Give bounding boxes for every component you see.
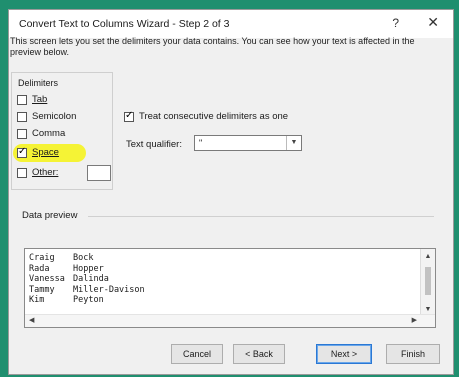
space-checkbox[interactable] bbox=[17, 146, 27, 158]
preview-cell: Rada bbox=[29, 263, 50, 274]
comma-checkbox[interactable] bbox=[17, 128, 27, 139]
scroll-left-icon[interactable]: ◀ bbox=[29, 316, 34, 324]
close-button[interactable]: ✕ bbox=[427, 14, 439, 31]
table-row: Tammy Miller-Davison bbox=[29, 285, 145, 296]
other-checkbox[interactable] bbox=[17, 167, 27, 178]
table-row: Rada Hopper bbox=[29, 264, 145, 275]
dialog-title: Convert Text to Columns Wizard - Step 2 … bbox=[19, 18, 230, 30]
preview-cell: Peyton bbox=[73, 295, 104, 305]
text-qualifier-label: Text qualifier: bbox=[126, 139, 182, 150]
horizontal-scrollbar[interactable]: ◀ ▶ bbox=[25, 314, 435, 327]
data-preview-label: Data preview bbox=[22, 210, 78, 221]
scroll-down-icon[interactable]: ▼ bbox=[421, 306, 435, 313]
finish-button[interactable]: Finish bbox=[386, 344, 440, 364]
consecutive-label: Treat consecutive delimiters as one bbox=[139, 111, 289, 122]
cancel-button[interactable]: Cancel bbox=[171, 344, 223, 364]
other-delimiter-input[interactable] bbox=[87, 165, 111, 181]
delimiters-group-label: Delimiters bbox=[16, 78, 61, 88]
data-preview-pane: Craig Bock Rada Hopper Vanessa Dalinda T… bbox=[24, 248, 436, 328]
consecutive-checkbox[interactable] bbox=[124, 110, 134, 122]
tab-checkbox[interactable] bbox=[17, 94, 27, 105]
preview-cell: Kim bbox=[29, 295, 45, 305]
consecutive-option[interactable]: Treat consecutive delimiters as one bbox=[124, 110, 289, 122]
title-bar: Convert Text to Columns Wizard - Step 2 … bbox=[9, 10, 453, 38]
help-button[interactable]: ? bbox=[392, 16, 399, 30]
scroll-up-icon[interactable]: ▲ bbox=[421, 253, 435, 260]
preview-cell: Hopper bbox=[73, 263, 104, 274]
table-row: Craig Bock bbox=[29, 253, 145, 264]
other-option[interactable]: Other: bbox=[17, 167, 58, 178]
scroll-right-icon[interactable]: ▶ bbox=[412, 316, 417, 324]
space-label: Space bbox=[32, 147, 59, 158]
text-qualifier-select[interactable]: " ▼ bbox=[194, 135, 302, 151]
preview-cell: Dalinda bbox=[73, 274, 109, 284]
chevron-down-icon[interactable]: ▼ bbox=[286, 136, 301, 150]
semicolon-label: Semicolon bbox=[32, 111, 77, 122]
preview-cell: Vanessa bbox=[29, 274, 65, 284]
preview-cell: Craig bbox=[29, 253, 55, 263]
table-row: Vanessa Dalinda bbox=[29, 274, 145, 285]
preview-cell: Miller-Davison bbox=[73, 284, 145, 295]
semicolon-option[interactable]: Semicolon bbox=[17, 111, 76, 122]
comma-option[interactable]: Comma bbox=[17, 128, 65, 139]
other-label: Other: bbox=[32, 167, 59, 178]
text-qualifier-value: " bbox=[199, 138, 203, 148]
table-row: Kim Peyton bbox=[29, 295, 145, 306]
comma-label: Comma bbox=[32, 128, 66, 139]
preview-cell: Tammy bbox=[29, 284, 55, 295]
next-button[interactable]: Next > bbox=[316, 344, 372, 364]
tab-label: Tab bbox=[32, 94, 48, 105]
preview-rows: Craig Bock Rada Hopper Vanessa Dalinda T… bbox=[29, 253, 145, 306]
preview-cell: Bock bbox=[73, 253, 94, 263]
instructions-text: This screen lets you set the delimiters … bbox=[10, 36, 415, 57]
divider bbox=[88, 216, 434, 217]
scroll-thumb[interactable] bbox=[425, 267, 431, 295]
back-button[interactable]: < Back bbox=[233, 344, 285, 364]
tab-option[interactable]: Tab bbox=[17, 94, 47, 105]
space-option[interactable]: Space bbox=[17, 146, 59, 158]
semicolon-checkbox[interactable] bbox=[17, 111, 27, 122]
